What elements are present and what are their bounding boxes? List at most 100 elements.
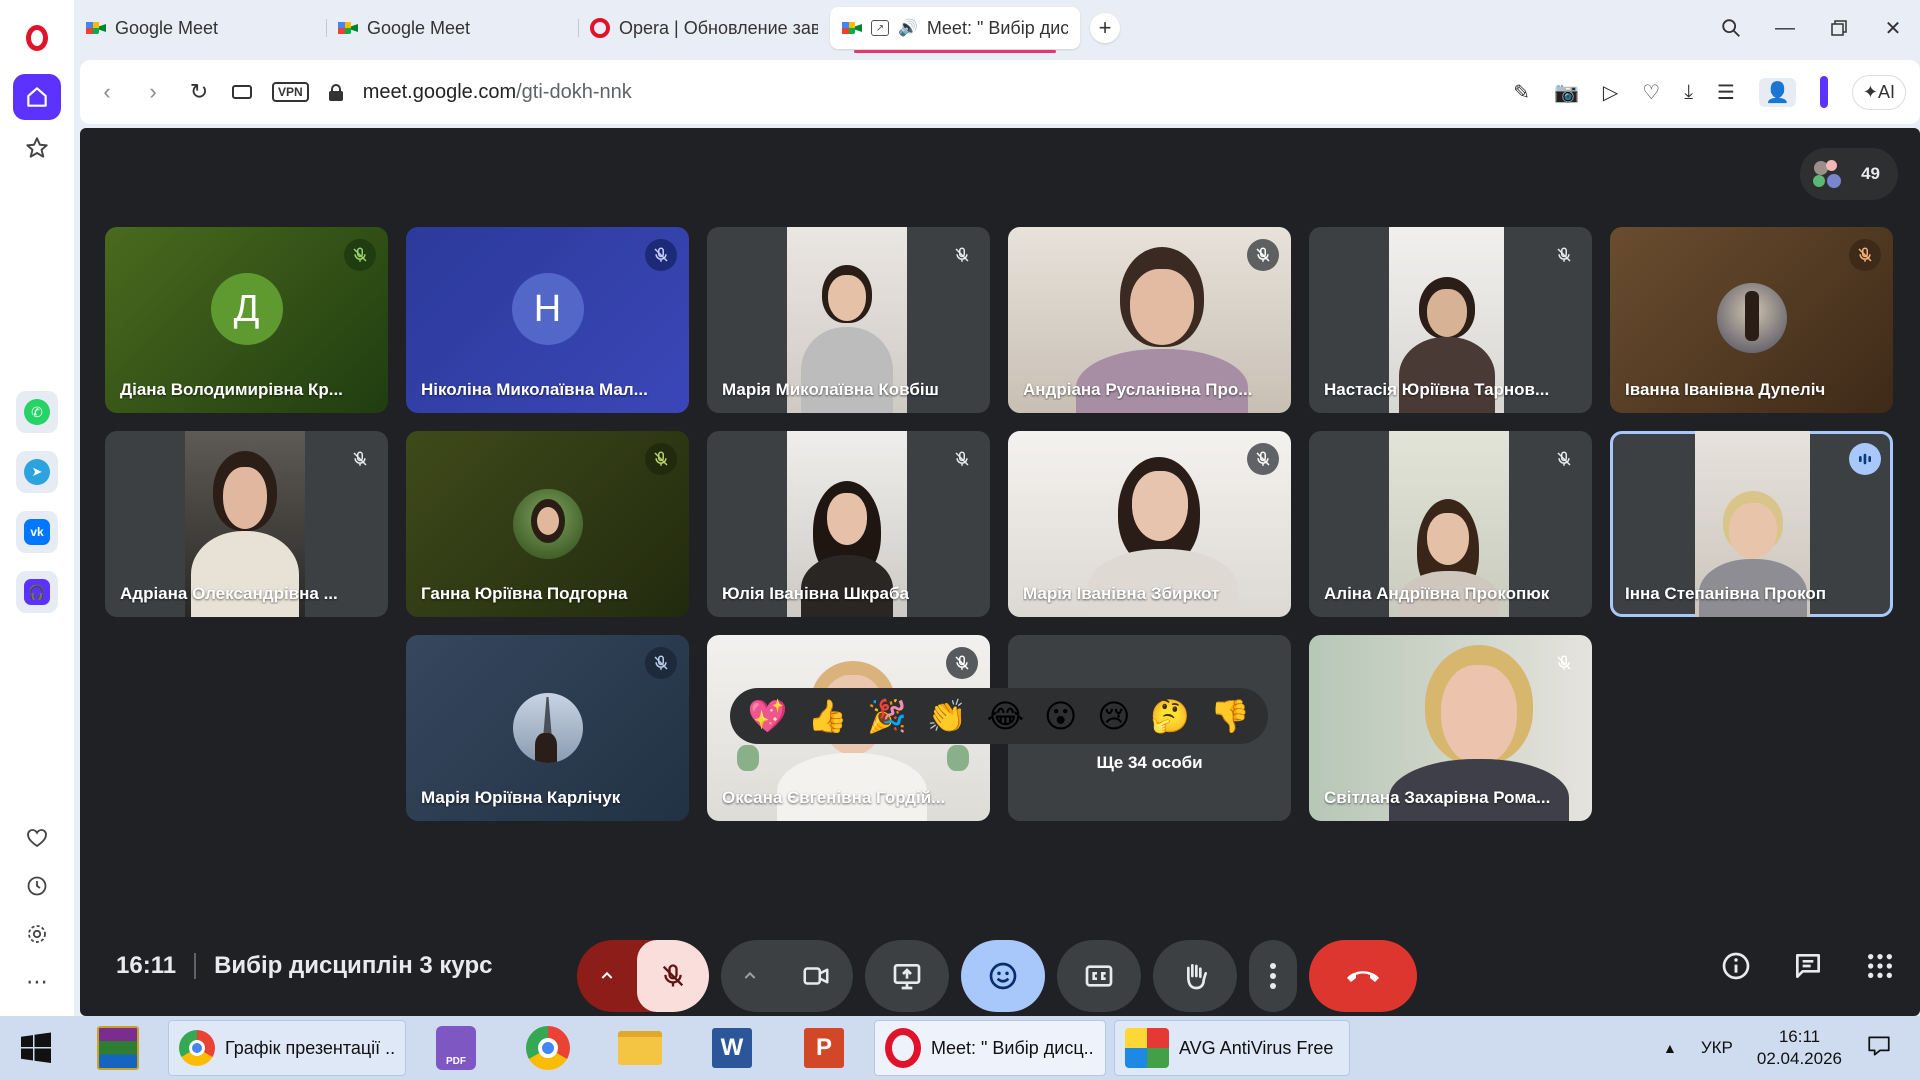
activities-grid-icon[interactable] [1864,950,1896,987]
participant-tile[interactable]: Аліна Андріївна Прокопюк [1309,431,1592,617]
participant-name: Світлана Захарівна Рома... [1324,788,1551,807]
send-flow-icon[interactable]: ▷ [1603,80,1618,105]
picture-in-picture-icon[interactable]: ↗ [871,20,889,36]
more-dots-icon[interactable]: ⋯ [13,958,61,1006]
url-field[interactable]: meet.google.com/gti-dokh-nnk [363,81,1494,104]
tab-label: Meet: " Вибір дисц [926,17,1068,38]
favorites-heart-icon[interactable]: ♡ [1642,80,1660,105]
participant-tile[interactable]: Іванна Іванівна Дупеліч [1610,227,1893,413]
profile-icon[interactable]: 👤 [1758,77,1796,107]
ai-button[interactable]: ✦AI [1851,74,1906,110]
meet-controls-bar: 16:11 Вибір дисциплін 3 курс [80,928,1920,1016]
reaction-thinking[interactable]: 🤔 [1150,697,1190,735]
tab-google-meet-1[interactable]: Google Meet [74,7,326,49]
powerpoint-icon[interactable]: P [778,1020,870,1076]
word-icon[interactable]: W [686,1020,778,1076]
reaction-laughing[interactable]: 😂 [987,697,1024,735]
easy-setup-icon[interactable]: ☰ [1717,80,1735,105]
telegram-icon[interactable]: ➤ [13,448,61,496]
tab-opera-update[interactable]: Opera | Обновление заве [578,7,830,49]
keyboard-language[interactable]: УКР [1701,1038,1733,1058]
history-clock-icon[interactable] [13,862,61,910]
bookmarks-star-icon[interactable] [13,124,61,172]
back-button[interactable]: ‹ [94,79,120,105]
windows-start-icon[interactable] [0,1020,72,1076]
taskbar-chrome-presentation[interactable]: Графік презентації ... [168,1020,406,1076]
participant-tile-speaking[interactable]: Інна Степанівна Прокоп [1610,431,1893,617]
raise-hand-button[interactable] [1153,940,1237,1012]
reaction-clapping[interactable]: 👏 [927,697,967,735]
pdf-reader-icon[interactable]: PDF [410,1020,502,1076]
present-screen-button[interactable] [865,940,949,1012]
tab-label: Opera | Обновление заве [619,17,818,38]
others-count-label: Ще 34 особи [1096,753,1203,772]
clock[interactable]: 16:11 02.04.2026 [1757,1026,1842,1070]
participant-tile[interactable]: Настасія Юріївна Тарнов... [1309,227,1592,413]
captions-button[interactable] [1057,940,1141,1012]
file-explorer-icon[interactable] [594,1020,686,1076]
home-icon[interactable] [13,74,61,120]
meeting-details-icon[interactable] [1720,950,1752,987]
vk-icon[interactable]: vk [13,508,61,556]
notifications-icon[interactable] [1866,1033,1892,1064]
lock-icon[interactable] [328,84,343,101]
participant-tile[interactable]: Андріана Русланівна Про... [1008,227,1291,413]
participant-tile[interactable]: Марія Юріївна Карлічук [406,635,689,821]
winrar-icon[interactable] [72,1020,164,1076]
participant-tile[interactable]: Світлана Захарівна Рома... [1309,635,1592,821]
new-tab-button[interactable]: + [1090,13,1120,43]
forward-button[interactable]: › [140,79,166,105]
opera-logo-icon[interactable] [13,14,61,62]
more-options-button[interactable] [1249,940,1297,1012]
aria-indicator[interactable] [1819,76,1828,108]
participant-tile[interactable]: Марія Миколаївна Ковбіш [707,227,990,413]
reaction-surprised[interactable]: 😮 [1044,697,1077,735]
participant-tile[interactable]: Н Ніколіна Миколаївна Мал... [406,227,689,413]
close-window-button[interactable]: ✕ [1866,0,1920,56]
chat-icon[interactable] [1792,950,1824,987]
participant-tile[interactable]: Адріана Олександрівна ... [105,431,388,617]
minimize-button[interactable]: — [1758,0,1812,56]
reaction-thumbs-up[interactable]: 👍 [808,697,848,735]
reload-icon[interactable]: ↻ [186,79,212,105]
reaction-sparkling-heart[interactable]: 💖 [748,697,788,735]
tray-overflow-chevron-icon[interactable]: ▲ [1663,1040,1677,1056]
clock-date: 02.04.2026 [1756,1049,1842,1068]
url-path: /gti-dokh-nnk [516,80,632,103]
vpn-badge[interactable]: VPN [272,82,309,102]
participants-counter[interactable]: 49 [1800,148,1898,200]
snapshot-camera-icon[interactable]: 📷 [1554,80,1579,105]
tab-search-icon[interactable] [1704,0,1758,56]
avatar-photo [1716,283,1787,353]
settings-gear-icon[interactable] [13,910,61,958]
camera-toggle-button[interactable] [779,940,853,1012]
mic-muted-icon [946,647,978,679]
maximize-button[interactable] [1812,0,1866,56]
heart-icon[interactable] [13,814,61,862]
meet-stage: 49 Д Діана Володимирівна Кр... Н Ніколін… [80,128,1920,1016]
camera-permission-icon[interactable] [232,85,252,99]
mic-muted-icon [645,239,677,271]
music-player-icon[interactable]: 🎧 [13,568,61,616]
participant-tile[interactable]: Д Діана Володимирівна Кр... [105,227,388,413]
leave-call-button[interactable] [1309,940,1417,1012]
participant-tile[interactable]: Марія Іванівна Збиркот [1008,431,1291,617]
reactions-button[interactable] [961,940,1045,1012]
audio-options-chevron-icon[interactable] [577,940,637,1012]
taskbar-opera-meet[interactable]: Meet: " Вибір дисц... [874,1020,1106,1076]
video-options-chevron-icon[interactable] [721,940,779,1012]
microphone-toggle-button[interactable] [637,940,709,1012]
participant-tile[interactable]: Ганна Юріївна Подгорна [406,431,689,617]
downloads-icon[interactable]: ⤓ [1684,81,1693,104]
tab-google-meet-2[interactable]: Google Meet [326,7,578,49]
tab-meet-active[interactable]: ↗ 🔊 Meet: " Вибір дисц [830,7,1080,53]
speaker-audio-icon[interactable]: 🔊 [898,18,918,38]
whatsapp-icon[interactable]: ✆ [13,388,61,436]
participant-tile[interactable]: Юлія Іванівна Шкраба [707,431,990,617]
reaction-party-popper[interactable]: 🎉 [867,697,907,735]
edit-share-icon[interactable]: ✎ [1513,80,1530,105]
reaction-crying[interactable]: 😢 [1097,697,1130,735]
chrome-icon[interactable] [502,1020,594,1076]
taskbar-avg[interactable]: AVG AntiVirus Free [1114,1020,1350,1076]
reaction-thumbs-down[interactable]: 👎 [1210,697,1250,735]
